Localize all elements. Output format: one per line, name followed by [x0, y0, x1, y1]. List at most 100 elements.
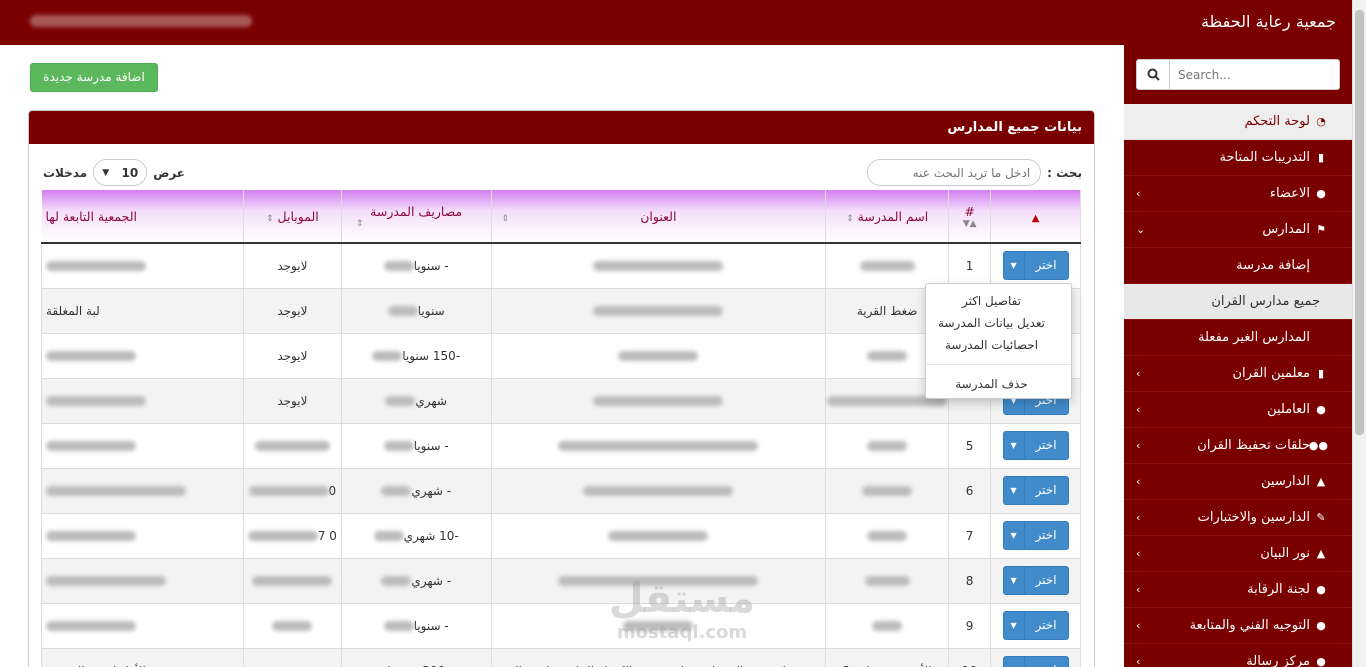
sidebar-item-15[interactable]: ● مركز رسالة › — [1124, 644, 1352, 667]
scrollbar-thumb[interactable] — [1355, 10, 1364, 435]
row-address — [490, 287, 827, 334]
chevron-right-icon: › — [1136, 583, 1141, 596]
search-input[interactable] — [1169, 59, 1340, 90]
redacted-text — [252, 576, 333, 586]
row-mobile — [242, 647, 342, 667]
menu-item-edit[interactable]: تعديل بيانات المدرسة — [926, 312, 1071, 334]
sidebar-item-3[interactable]: ⚑ المدارس ⌄ — [1124, 212, 1352, 248]
row-actions-cell: اختر▼ — [990, 557, 1081, 604]
caret-down-icon[interactable]: ▼ — [1004, 657, 1025, 667]
redacted-text — [593, 306, 724, 316]
row-address — [490, 332, 827, 379]
redacted-text — [859, 261, 915, 272]
caret-down-icon[interactable]: ▼ — [1004, 612, 1025, 639]
sidebar-item-12[interactable]: ▲ نور البيان › — [1124, 536, 1352, 572]
sidebar-item-7[interactable]: ▮ معلمين القران › — [1124, 356, 1352, 392]
book-icon: ▮ — [1317, 367, 1325, 380]
caret-down-icon[interactable]: ▼ — [1004, 477, 1025, 504]
user-icon: ● — [1316, 655, 1326, 667]
page-size-select[interactable]: 10 ▼ — [93, 159, 148, 186]
sidebar-item-11[interactable]: ✎ الدارسين والاختبارات › — [1124, 500, 1352, 536]
redacted-text — [46, 441, 136, 451]
redacted-text — [387, 306, 418, 316]
redacted-text — [558, 441, 759, 451]
table-header-row: ▲ # ▲▼ اسم المدرسة ⇕ العنوان ⇕ مصاريف الم… — [41, 190, 1081, 244]
search-button[interactable] — [1136, 59, 1170, 90]
sidebar-item-1[interactable]: ▮ التدريبات المتاحة — [1124, 140, 1352, 176]
col-address[interactable]: العنوان ⇕ — [491, 190, 827, 244]
table-search-input[interactable] — [867, 159, 1042, 186]
choose-button[interactable]: اختر▼ — [1002, 611, 1069, 640]
redacted-text — [248, 486, 329, 496]
table-row: اختر ▼ 6 - شهري 0 — [41, 467, 1081, 514]
redacted-text — [381, 576, 412, 586]
redacted-text — [864, 576, 910, 586]
col-number[interactable]: # ▲▼ — [948, 190, 992, 244]
caret-down-icon[interactable]: ▼ — [1004, 567, 1025, 594]
redacted-text — [383, 261, 414, 272]
chevron-down-icon: ⌄ — [1136, 223, 1146, 236]
menu-item-delete[interactable]: حذف المدرسة — [926, 373, 1071, 395]
row-actions-cell: اختر▼ — [990, 467, 1081, 514]
sidebar-item-9[interactable]: ●●حلقات تحفيظ القران › — [1124, 428, 1352, 464]
page-scrollbar[interactable] — [1352, 0, 1366, 667]
redacted-text — [867, 531, 908, 541]
chevron-right-icon: › — [1136, 403, 1141, 416]
menu-item-details[interactable]: تفاصيل اكثر — [926, 290, 1071, 312]
row-actions-cell: اختر▼ — [990, 512, 1081, 559]
col-school-name[interactable]: اسم المدرسة ⇕ — [825, 190, 950, 244]
app-brand[interactable]: جمعية رعاية الحفظة — [1201, 12, 1336, 31]
caret-down-icon[interactable]: ▼ — [1004, 432, 1025, 459]
user-email-blurred[interactable] — [30, 15, 252, 27]
sidebar-item-4[interactable]: إضافة مدرسة — [1124, 248, 1352, 284]
sidebar-item-label: الدارسين — [1261, 474, 1310, 489]
sidebar-item-10[interactable]: ▲ الدارسين › — [1124, 464, 1352, 500]
choose-button[interactable]: اختر▼ — [1002, 521, 1069, 550]
col-actions[interactable]: ▲ — [990, 190, 1081, 244]
table-row: اختر ▼ 8 - شهري — [41, 557, 1081, 604]
choose-button[interactable]: اختر▼ — [1002, 656, 1069, 667]
table-row: اختر ▼ 5 - سنويا — [41, 422, 1081, 469]
redacted-text — [46, 531, 136, 541]
col-association[interactable]: الجمعية التابعة لها — [41, 190, 244, 244]
add-school-button[interactable]: اضافة مدرسة جديدة — [30, 63, 158, 92]
sidebar-item-label: حلقات تحفيظ القران — [1197, 438, 1310, 453]
col-mobile[interactable]: الموبايل ⇕ — [243, 190, 342, 244]
chevron-right-icon: › — [1136, 619, 1141, 632]
row-association — [41, 377, 244, 424]
col-fees[interactable]: مصاريف المدرسة ⇕ — [341, 190, 492, 244]
sidebar-item-2[interactable]: ● الاعضاء › — [1124, 176, 1352, 212]
watermark: مستقل mostaql.com — [608, 576, 756, 643]
choose-button[interactable]: اختر▼ — [1002, 431, 1069, 460]
menu-item-stats[interactable]: احصائيات المدرسة — [926, 334, 1071, 356]
sort-icon: ⇕ — [501, 214, 510, 224]
redacted-text — [372, 351, 403, 361]
sidebar-item-13[interactable]: ● لجنة الرقابة › — [1124, 572, 1352, 608]
row-association — [41, 332, 244, 379]
sidebar-item-8[interactable]: ● العاملين › — [1124, 392, 1352, 428]
sidebar-item-5[interactable]: جميع مدارس القران — [1124, 284, 1352, 320]
top-navbar: جمعية رعاية الحفظة — [0, 0, 1366, 45]
user-icon: ● — [1316, 403, 1326, 416]
caret-down-icon[interactable]: ▼ — [1004, 522, 1025, 549]
caret-down-icon[interactable]: ▼ — [1004, 252, 1025, 280]
menu-divider — [926, 364, 1071, 365]
sidebar-item-6[interactable]: المدارس الغير مفعلة — [1124, 320, 1352, 356]
redacted-text — [383, 621, 414, 631]
choose-button[interactable]: اختر▼ — [1002, 566, 1069, 595]
row-number: 1 — [948, 242, 992, 289]
show-label: عرض — [153, 165, 185, 180]
choose-button[interactable]: اختر▼ — [1002, 251, 1069, 281]
sidebar-item-14[interactable]: ● التوجيه الفني والمتابعة › — [1124, 608, 1352, 644]
redacted-text — [618, 351, 699, 361]
redacted-text — [373, 531, 404, 541]
row-mobile: لايوجد — [242, 242, 342, 289]
row-mobile — [242, 422, 342, 469]
row-number: 8 — [948, 557, 992, 604]
row-school-name — [825, 557, 950, 604]
row-fee: - شهري — [340, 467, 492, 514]
sidebar-item-0[interactable]: ◔ لوحة التحكم — [1124, 104, 1352, 140]
panel-title: بيانات جميع المدارس — [29, 111, 1094, 144]
choose-button[interactable]: اختر▼ — [1002, 476, 1069, 505]
user-icon: ● — [1316, 619, 1326, 632]
